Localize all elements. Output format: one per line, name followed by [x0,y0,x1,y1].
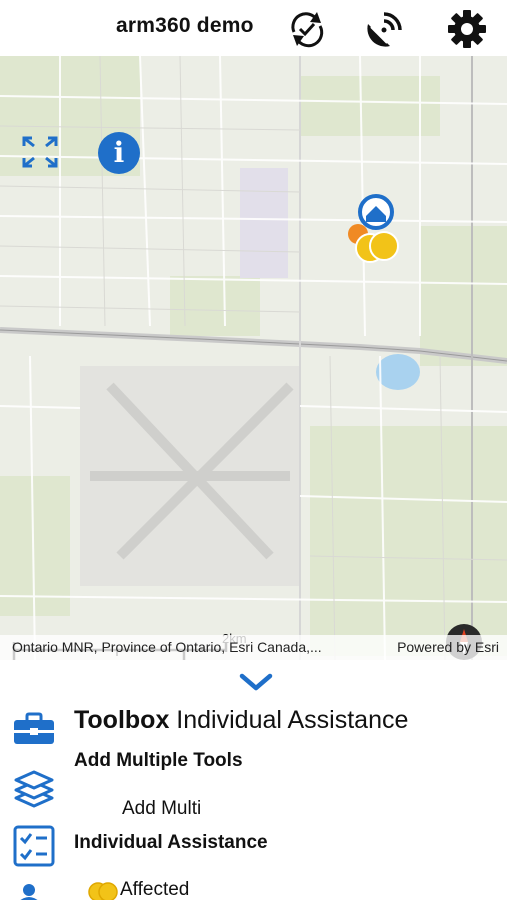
gear-icon[interactable] [446,8,488,50]
chevron-down-icon[interactable] [238,672,274,692]
map-marker-cluster[interactable] [344,190,408,270]
tool-item-affected[interactable]: Affected [120,879,189,900]
sync-icon[interactable] [286,8,328,50]
section-heading-individual-assistance: Individual Assistance [74,832,268,853]
satellite-signal-icon[interactable] [364,8,406,50]
expand-icon[interactable] [20,134,60,170]
section-heading-add-multiple-tools: Add Multiple Tools [74,750,243,771]
basemap [0,56,507,660]
tool-item-add-multi[interactable]: Add Multi [122,798,201,820]
app-title: arm360 demo [116,14,254,37]
toolbox-title: Toolbox Individual Assistance [74,706,409,734]
map-view[interactable]: i 2km 1mi Ontario MNR, Province of Ontar… [0,56,507,660]
powered-by-esri: Powered by Esri [397,639,499,655]
toolbox-panel: Toolbox Individual Assistance Add Multip… [0,660,507,900]
checklist-icon [13,825,55,867]
attribution-text[interactable]: Ontario MNR, Province of Ontario, Esri C… [12,639,322,655]
layers-icon [14,770,54,808]
map-attribution: Ontario MNR, Province of Ontario, Esri C… [0,635,507,660]
info-button[interactable]: i [98,132,140,174]
person-icon [20,884,38,900]
toolbox-icon [14,712,54,744]
affected-icon [88,882,118,900]
info-icon: i [113,136,125,169]
app-header: arm360 demo [0,0,507,56]
